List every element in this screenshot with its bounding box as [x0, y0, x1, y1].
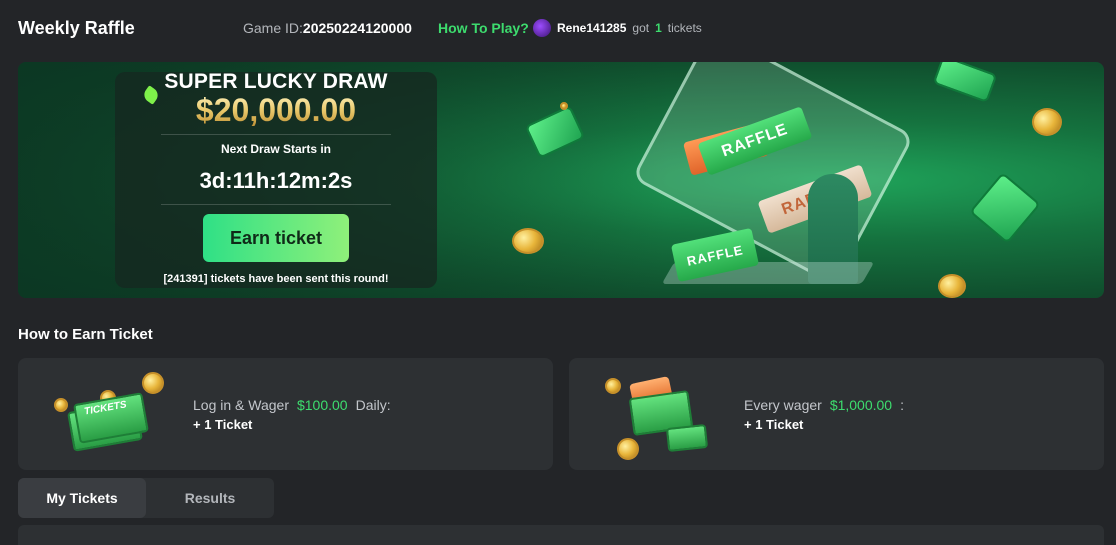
- condition-suffix: Daily:: [355, 397, 391, 413]
- page-title: Weekly Raffle: [18, 18, 135, 38]
- earn-ticket-button[interactable]: Earn ticket: [203, 214, 349, 262]
- tickets-bundle-icon: TICKETS: [54, 372, 166, 456]
- gold-coin-icon: [938, 274, 966, 298]
- how-to-play-link[interactable]: How To Play?: [438, 20, 529, 36]
- gold-coin-icon: [142, 372, 164, 394]
- gold-coin-icon: [560, 102, 568, 110]
- gold-coin-icon: [605, 378, 621, 394]
- prize-amount: $20,000.00: [115, 92, 437, 129]
- condition-suffix: :: [900, 397, 904, 413]
- top-bar: Weekly Raffle Game ID:20250224120000 How…: [0, 0, 1116, 56]
- money-bill-icon: [932, 62, 998, 104]
- tickets-panel: [18, 525, 1104, 545]
- gold-coin-icon: [617, 438, 639, 460]
- earn-reward: + 1 Ticket: [193, 417, 253, 432]
- condition-prefix: Log in & Wager: [193, 397, 289, 413]
- condition-amount: $100.00: [296, 397, 348, 413]
- gold-coin-icon: [1032, 108, 1062, 136]
- tab-results[interactable]: Results: [146, 478, 274, 518]
- gold-coin-icon: [512, 228, 544, 254]
- winner-tickets-text: tickets: [667, 21, 702, 35]
- countdown-timer: 3d:11h:12m:2s: [199, 168, 353, 193]
- draw-panel: SUPER LUCKY DRAW $20,000.00 Next Draw St…: [115, 70, 437, 288]
- winner-ticket-count: 1: [655, 21, 662, 35]
- ticket-icon: [665, 423, 709, 453]
- earn-reward: + 1 Ticket: [744, 417, 804, 432]
- game-id-label: Game ID:: [243, 20, 303, 36]
- condition-amount: $1,000.00: [829, 397, 893, 413]
- earn-condition: Log in & Wager $100.00 Daily:: [193, 397, 391, 413]
- earn-card-daily: TICKETS Log in & Wager $100.00 Daily: + …: [18, 358, 553, 470]
- money-bill-icon: [969, 172, 1041, 244]
- earn-condition: Every wager $1,000.00 :: [744, 397, 904, 413]
- next-draw-label: Next Draw Starts in: [220, 142, 332, 156]
- tab-my-tickets[interactable]: My Tickets: [18, 478, 146, 518]
- recent-winner: Rene141285 got 1 tickets: [533, 18, 702, 38]
- divider: [161, 134, 391, 135]
- raffle-banner: RAFFLE RAFFLE RAFFLE SUPER LUCKY DRAW $2…: [18, 62, 1104, 298]
- winner-username: Rene141285: [557, 21, 627, 35]
- game-id-value: 20250224120000: [302, 20, 412, 36]
- avatar: [533, 19, 551, 37]
- condition-prefix: Every wager: [744, 397, 822, 413]
- winner-got-text: got: [632, 21, 650, 35]
- how-to-earn-title: How to Earn Ticket: [18, 326, 153, 343]
- game-id: Game ID:20250224120000: [243, 20, 412, 36]
- tickets-sent-text: [241391] tickets have been sent this rou…: [163, 273, 389, 285]
- draw-title: SUPER LUCKY DRAW: [164, 70, 388, 93]
- divider: [161, 204, 391, 205]
- money-bill-icon: [524, 105, 586, 159]
- tickets-tabs: My Tickets Results: [18, 478, 274, 518]
- earn-card-wager: Every wager $1,000.00 : + 1 Ticket: [569, 358, 1104, 470]
- gold-coin-icon: [54, 398, 68, 412]
- tickets-pile-icon: [605, 376, 717, 460]
